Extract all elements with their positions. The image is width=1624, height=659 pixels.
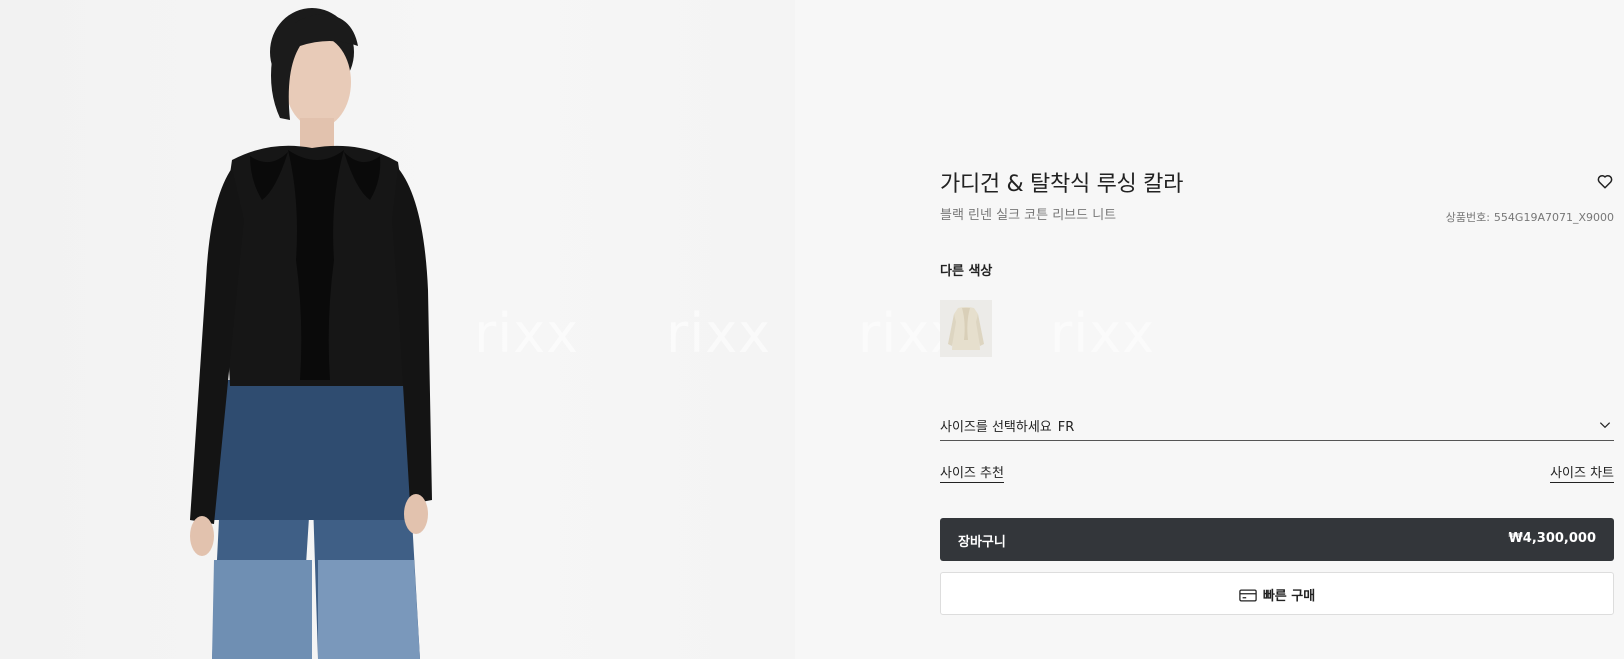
cart-button-label: 장바구니 — [958, 535, 1006, 550]
chevron-down-icon — [1599, 422, 1611, 429]
credit-card-icon — [1239, 589, 1257, 602]
color-swatch-ivory[interactable] — [940, 300, 992, 357]
size-dropdown[interactable]: 사이즈를 선택하세요 FR — [940, 410, 1614, 441]
add-to-cart-button[interactable]: 장바구니 ₩4,300,000 — [940, 518, 1614, 561]
size-chart-link[interactable]: 사이즈 차트 — [1550, 462, 1614, 483]
product-sku: 상품번호: 554G19A7071_X9000 — [1446, 209, 1614, 225]
product-price: ₩4,300,000 — [1508, 531, 1596, 546]
swatch-thumbnail — [940, 300, 992, 357]
size-placeholder: 사이즈를 선택하세요 — [940, 420, 1052, 435]
sku-value: 554G19A7071_X9000 — [1493, 211, 1614, 224]
size-dropdown-label: 사이즈를 선택하세요 FR — [940, 416, 1074, 435]
sku-label: 상품번호: — [1445, 211, 1490, 224]
product-image[interactable] — [0, 0, 795, 659]
product-details: 가디건 & 탈착식 루싱 칼라 블랙 린넨 실크 코튼 리브드 니트 상품번호:… — [940, 0, 1614, 659]
quick-buy-button[interactable]: 빠른 구매 — [940, 572, 1614, 615]
quick-buy-content: 빠른 구매 — [941, 585, 1613, 604]
size-unit: FR — [1057, 420, 1075, 435]
other-colors-label: 다른 색상 — [940, 264, 993, 279]
quick-buy-label: 빠른 구매 — [1262, 589, 1316, 604]
product-title: 가디건 & 탈착식 루싱 칼라 — [940, 172, 1184, 197]
heart-icon[interactable] — [1596, 172, 1614, 190]
size-recommendation-link[interactable]: 사이즈 추천 — [940, 462, 1004, 483]
product-subtitle: 블랙 린넨 실크 코튼 리브드 니트 — [940, 208, 1117, 223]
model-photo — [190, 8, 432, 659]
product-page: rixx rixx rixx rixx 가디건 & 탈착식 루싱 칼라 블랙 린… — [0, 0, 1624, 659]
